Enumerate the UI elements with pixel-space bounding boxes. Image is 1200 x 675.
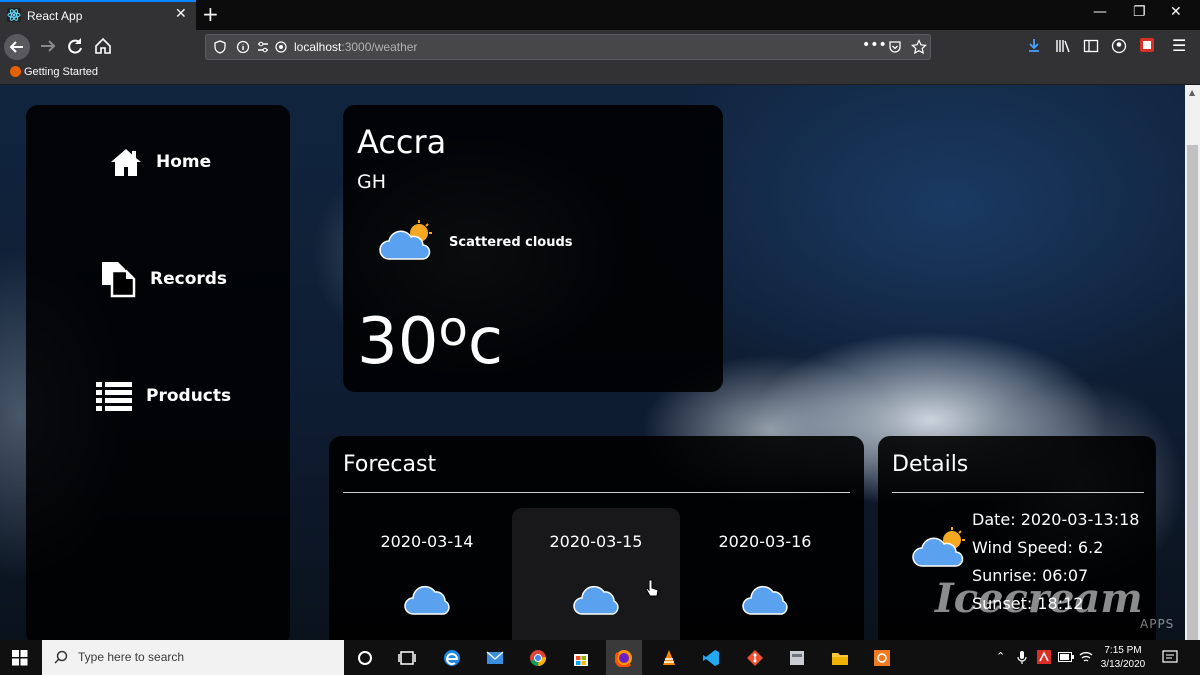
- detail-wind-speed: Wind Speed: 6.2: [972, 538, 1104, 557]
- taskbar-clock[interactable]: 7:15 PM 3/13/2020: [1098, 644, 1148, 672]
- forecast-date: 2020-03-16: [718, 532, 812, 551]
- connection-icon[interactable]: [274, 40, 288, 54]
- home-page-icon[interactable]: [94, 36, 112, 56]
- minimize-icon[interactable]: —: [1093, 4, 1107, 20]
- permissions-icon[interactable]: [256, 40, 270, 54]
- details-divider: [892, 492, 1144, 493]
- cloud-icon: [742, 585, 788, 615]
- maximize-icon[interactable]: ❐: [1133, 4, 1146, 20]
- wifi-icon[interactable]: [1079, 650, 1093, 664]
- cloud-icon: [404, 585, 450, 615]
- sidebar-item-label: Products: [146, 386, 232, 406]
- bookmarks-bar: Getting Started: [0, 64, 1200, 85]
- current-weather-card: Accra GH Scattered clouds 30oc: [343, 105, 723, 392]
- shield-icon[interactable]: [214, 40, 226, 54]
- sidebar-item-products[interactable]: Products: [96, 381, 231, 411]
- bookmark-star-icon[interactable]: [911, 39, 927, 55]
- app-window-icon[interactable]: [788, 649, 806, 667]
- extension-icon[interactable]: [1139, 37, 1155, 54]
- mail-icon[interactable]: [486, 649, 504, 667]
- forecast-day[interactable]: 2020-03-16: [681, 508, 849, 640]
- windows-taskbar: Type here to search ⌃ 7:15 PM 3/13/2020: [0, 640, 1200, 675]
- chrome-icon[interactable]: [529, 649, 547, 667]
- temperature: 30oc: [357, 301, 503, 379]
- url-text: localhost:3000/weather: [294, 40, 418, 54]
- back-arrow-icon: [9, 41, 23, 53]
- download-icon[interactable]: [1027, 38, 1041, 54]
- recorder-icon[interactable]: [873, 649, 891, 667]
- sidebar-item-label: Records: [150, 269, 228, 289]
- task-view-icon[interactable]: [398, 649, 416, 667]
- library-icon[interactable]: [1055, 38, 1071, 54]
- watermark-text: Icecream: [935, 575, 1143, 622]
- browser-tab-bar: React App ✕ + — ❐ ✕: [0, 0, 1200, 30]
- battery-icon[interactable]: [1058, 652, 1074, 662]
- page-actions-icon[interactable]: •••: [862, 37, 887, 53]
- file-explorer-icon[interactable]: [831, 649, 849, 667]
- menu-icon[interactable]: ☰: [1172, 36, 1186, 55]
- bookmark-getting-started[interactable]: Getting Started: [10, 66, 98, 78]
- info-icon[interactable]: [236, 40, 250, 54]
- tab-close-icon[interactable]: ✕: [175, 6, 187, 22]
- back-button[interactable]: [4, 34, 30, 60]
- microphone-icon[interactable]: [1017, 651, 1027, 665]
- partly-cloudy-icon: [379, 220, 432, 260]
- clock-date: 3/13/2020: [1100, 659, 1146, 670]
- address-bar[interactable]: localhost:3000/weather •••: [205, 34, 931, 60]
- firefox-icon: [10, 66, 21, 77]
- cloud-icon: [573, 585, 619, 615]
- reload-icon[interactable]: [66, 36, 84, 56]
- forecast-day[interactable]: 2020-03-15: [512, 508, 680, 640]
- search-placeholder: Type here to search: [78, 650, 185, 664]
- partly-cloudy-icon: [912, 527, 965, 567]
- forecast-date: 2020-03-14: [380, 532, 474, 551]
- pocket-icon[interactable]: [888, 40, 902, 54]
- cortana-icon[interactable]: [356, 649, 374, 667]
- condition-text: Scattered clouds: [449, 235, 573, 250]
- scroll-up-icon[interactable]: ▲: [1189, 88, 1195, 97]
- forecast-card: Forecast 2020-03-14 2020-03-15 2020-03-1…: [329, 436, 864, 640]
- tab-title: React App: [27, 9, 83, 23]
- records-icon: [102, 262, 136, 298]
- account-icon[interactable]: [1111, 38, 1127, 54]
- react-favicon-icon: [7, 8, 21, 22]
- window-close-icon[interactable]: ✕: [1170, 4, 1182, 20]
- forecast-day[interactable]: 2020-03-14: [343, 508, 511, 640]
- watermark-sub: APPS: [1140, 617, 1175, 631]
- browser-toolbar: localhost:3000/weather ••• ☰: [0, 30, 1200, 64]
- notifications-icon[interactable]: [1162, 650, 1178, 664]
- edge-icon[interactable]: [443, 649, 461, 667]
- forecast-date: 2020-03-15: [549, 532, 643, 551]
- taskbar-search-box[interactable]: Type here to search: [42, 640, 344, 675]
- forward-arrow-icon[interactable]: [38, 36, 58, 56]
- vlc-icon[interactable]: [660, 649, 678, 667]
- windows-start-icon[interactable]: [12, 650, 28, 666]
- sidebar-toggle-icon[interactable]: [1083, 38, 1099, 54]
- hand-cursor-icon: [645, 579, 659, 597]
- weather-page: Home Records Products Accra GH Scattered…: [0, 85, 1185, 640]
- sidebar-item-home[interactable]: Home: [110, 147, 211, 177]
- sidebar-item-records[interactable]: Records: [100, 260, 227, 298]
- vscode-icon[interactable]: [702, 649, 720, 667]
- firefox-taskbar-icon[interactable]: [615, 649, 633, 667]
- sidebar-item-label: Home: [156, 152, 212, 172]
- antivirus-icon[interactable]: [1037, 650, 1051, 664]
- search-icon: [54, 650, 68, 664]
- home-icon: [111, 149, 141, 176]
- forecast-title: Forecast: [343, 452, 437, 477]
- browser-tab[interactable]: React App ✕: [0, 0, 196, 30]
- city-name: Accra: [357, 123, 447, 161]
- git-icon[interactable]: [746, 649, 764, 667]
- list-icon: [96, 382, 132, 411]
- store-icon[interactable]: [572, 649, 590, 667]
- tray-chevron-icon[interactable]: ⌃: [996, 650, 1005, 663]
- details-title: Details: [892, 452, 969, 477]
- scrollbar-thumb[interactable]: [1187, 145, 1198, 640]
- new-tab-icon[interactable]: +: [202, 2, 219, 26]
- detail-date: Date: 2020-03-13:18: [972, 510, 1140, 529]
- forecast-divider: [343, 492, 850, 493]
- clock-time: 7:15 PM: [1104, 645, 1142, 656]
- sidebar: Home Records Products: [26, 105, 290, 640]
- country-code: GH: [357, 171, 387, 193]
